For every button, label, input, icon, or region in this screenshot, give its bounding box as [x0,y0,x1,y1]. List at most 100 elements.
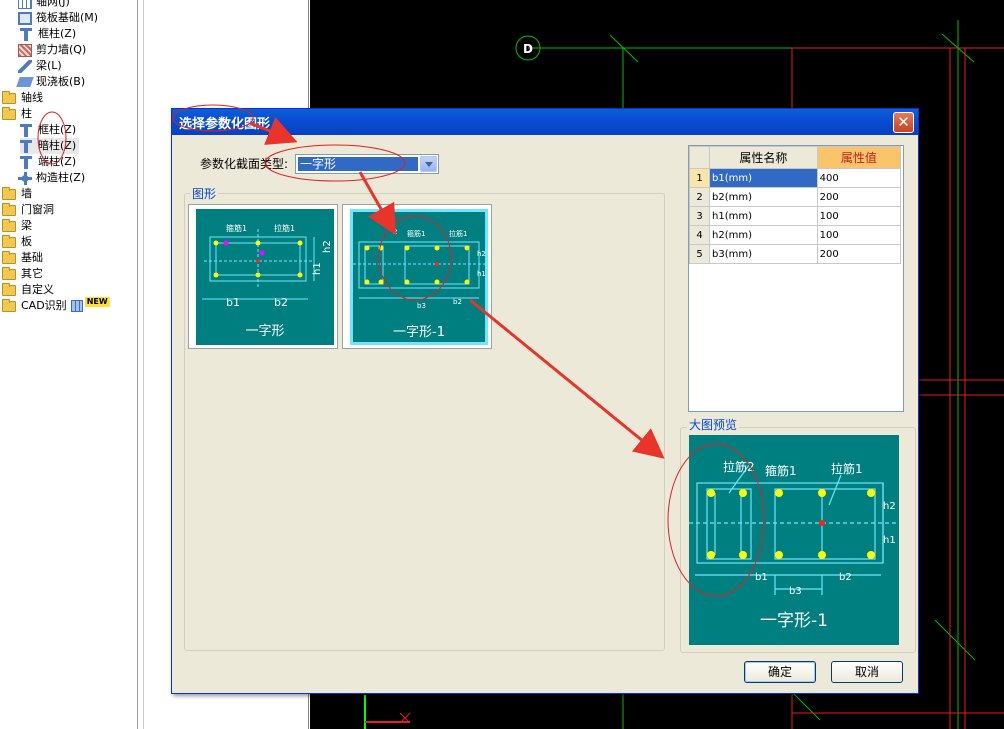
stirrup [774,488,876,560]
rebar-dot [297,240,303,246]
property-name[interactable]: b1(mm) [709,168,818,188]
preview-caption: 一字形-1 [760,611,828,631]
rebar-dot [464,279,470,285]
outline [358,241,480,289]
corner-cell [689,146,710,169]
label-h2: h2 [322,240,333,253]
preview-group-title: 大图预览 [687,416,740,433]
preview-label-h2: h2 [883,501,896,512]
section-type-label: 参数化截面类型: [200,157,289,171]
col-header-value[interactable]: 属性值 [816,146,902,169]
label-tie1: 拉筋1 [274,223,295,233]
chevron-down-icon[interactable] [420,156,437,172]
preview-label-b3: b3 [789,586,802,597]
tie-marker [259,250,265,256]
cancel-button[interactable]: 取消 [831,661,903,683]
rebar-dot [707,551,715,559]
property-value[interactable]: 400 [816,168,902,188]
splitter[interactable] [139,0,144,729]
preview-canvas: 拉筋2 箍筋1 拉筋1 h2 h1 b1 b3 b2 一字形-1 [689,435,899,645]
property-row[interactable]: 3 h1(mm) 100 [689,206,902,226]
rebar-dot [434,279,440,285]
center-point [435,262,439,266]
dialog-title: 选择参数化图形 [179,116,271,132]
col-header-name[interactable]: 属性名称 [709,146,818,169]
rebar-dot [464,245,470,251]
preview-label-tie1: 拉筋1 [831,461,863,476]
property-value[interactable]: 200 [816,244,902,264]
stirrup-marker [223,240,229,246]
rebar-dot [434,245,440,251]
axis-tick [934,619,976,661]
rebar-dot [867,551,875,559]
label-b2: b2 [453,298,462,306]
row-index: 3 [689,206,710,226]
rebar-dot [775,489,783,497]
property-name[interactable]: h1(mm) [709,206,818,226]
preview-label-h1: h1 [883,535,896,546]
rebar-dot [378,279,384,285]
rebar-dot [213,272,219,278]
property-name[interactable]: b2(mm) [709,187,818,207]
tie2-region [706,488,752,560]
rebar-dot [404,245,410,251]
label-b1: b1 [226,296,240,309]
property-row[interactable]: 4 h2(mm) 100 [689,225,902,245]
preview-label-b2: b2 [839,572,852,583]
rebar-dot [213,240,219,246]
label-b3: b3 [417,302,426,310]
property-row[interactable]: 1 b1(mm) 400 [689,168,902,188]
label-h1: h1 [312,262,323,275]
property-value[interactable]: 100 [816,225,902,245]
preview-label-b1: b1 [755,572,768,583]
shape-thumb-yizixing-1[interactable]: 2 箍筋1 拉筋1 b3 b2 h2 h1 一字形-1 [342,204,492,349]
property-name[interactable]: b3(mm) [709,244,818,264]
rebar-dot [255,272,261,278]
rebar-dot [739,551,747,559]
shapes-group-title: 图形 [190,185,219,202]
label-h1: h1 [477,270,485,278]
preview-label-tie2: 拉筋2 [723,459,755,474]
rebar-dot [775,551,783,559]
center-point [819,520,825,526]
select-parametric-shape-dialog: 选择参数化图形 ✕ 参数化截面类型: 一字形 图形 箍筋1 拉筋1 b1 b2 … [171,108,919,694]
annotation-overlay-tree [37,111,67,165]
rebar-dot [818,551,826,559]
property-value[interactable]: 100 [816,206,902,226]
dialog-titlebar[interactable]: 选择参数化图形 [172,109,918,135]
section-type-value: 一字形 [298,157,418,171]
rebar-dot [739,489,747,497]
property-value[interactable]: 200 [816,187,902,207]
rebar-dot [364,245,370,251]
rebar-dot [364,279,370,285]
shape-thumb-caption: 一字形 [245,324,285,339]
rebar-dot [378,245,384,251]
section-type-select[interactable]: 一字形 [295,154,439,174]
properties-grid[interactable]: 属性名称 属性值 1 b1(mm) 400 2 b2(mm) 200 3 h1(… [688,145,904,412]
row-index: 4 [689,225,710,245]
row-index: 2 [689,187,710,207]
row-index: 5 [689,244,710,264]
annotation-ellipse [37,111,67,165]
rebar-dot [255,240,261,246]
tie2-box [364,245,384,285]
rebar-dot [867,489,875,497]
label-stirrup1: 箍筋1 [226,223,247,233]
label-stirrup1: 箍筋1 [407,229,425,238]
leader-line [828,474,842,506]
label-h2: h2 [477,250,485,258]
row-index: 1 [689,168,710,188]
axis-label: D [523,42,533,56]
center-point [256,259,260,263]
shape-thumb-yizixing[interactable]: 箍筋1 拉筋1 b1 b2 h1 h2 一字形 [188,204,338,349]
label-tie2: 2 [393,228,397,236]
close-button[interactable]: ✕ [893,112,914,133]
component-tree: 轴网(J) 筏板基础(M) 框柱(Z) 剪力墙(Q) 梁(L) 现浇板(B) 轴… [0,0,138,729]
preview-label-stirrup1: 箍筋1 [765,463,797,478]
property-row[interactable]: 2 b2(mm) 200 [689,187,902,207]
property-name[interactable]: h2(mm) [709,225,818,245]
rebar-dot [297,272,303,278]
property-row[interactable]: 5 b3(mm) 200 [689,244,902,264]
ok-button[interactable]: 确定 [744,661,816,683]
label-b2: b2 [274,296,288,309]
